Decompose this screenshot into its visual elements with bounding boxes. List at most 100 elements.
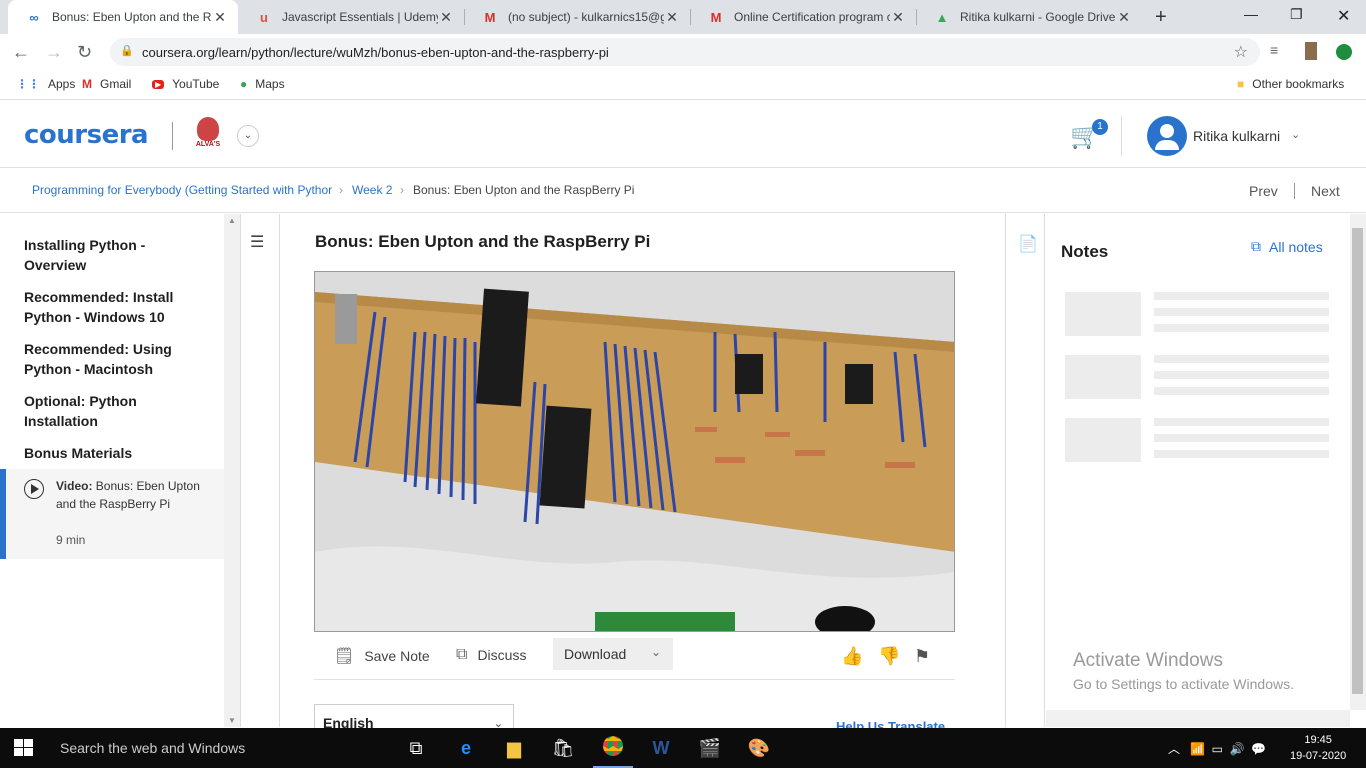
note-placeholder-line: [1154, 387, 1329, 395]
battery-icon[interactable]: ▭: [1212, 742, 1223, 756]
sidebar-item-using-macintosh[interactable]: Recommended: Using Python - Macintosh: [24, 339, 204, 379]
taskbar-clock[interactable]: 19:45 19-07-2020: [1290, 732, 1346, 764]
chevron-up-icon[interactable]: ︿: [1168, 742, 1180, 756]
paint-icon[interactable]: 🎨: [747, 736, 771, 760]
all-notes-label: All notes: [1269, 238, 1323, 255]
sidebar-scrollbar[interactable]: ▲ ▼: [224, 214, 240, 727]
back-arrow-icon[interactable]: ←: [12, 42, 30, 63]
tab-gmail-no-subject[interactable]: M (no subject) - kulkarnics15@g ✕: [464, 0, 690, 34]
chevron-down-icon[interactable]: ⌄: [237, 125, 259, 147]
emblem-icon: [197, 117, 219, 141]
all-notes-link[interactable]: ⧉ All notes: [1251, 238, 1323, 255]
thumbs-down-icon[interactable]: 👎: [878, 646, 900, 667]
tab-udemy[interactable]: u Javascript Essentials | Udemy ✕: [238, 0, 464, 34]
watermark-line1: Activate Windows: [1073, 650, 1223, 671]
movies-icon[interactable]: 🎬: [698, 736, 722, 760]
activate-windows-watermark: Activate Windows Go to Settings to activ…: [1073, 650, 1294, 692]
divider: [1294, 183, 1295, 199]
windows-start-icon[interactable]: [14, 739, 34, 757]
url-input[interactable]: 🔒 coursera.org/learn/python/lecture/wuMz…: [110, 38, 1260, 66]
notes-horizontal-scrollbar[interactable]: [1046, 710, 1350, 727]
prev-button[interactable]: Prev: [1249, 183, 1278, 199]
bookmark-youtube[interactable]: ▶ YouTube: [152, 77, 219, 91]
extension-icon[interactable]: [1336, 44, 1352, 60]
download-label: Download: [564, 646, 627, 662]
coursera-logo[interactable]: coursera: [24, 120, 149, 150]
save-note-button[interactable]: 🗒 Save Note: [334, 646, 430, 666]
breadcrumb-week[interactable]: Week 2: [352, 183, 392, 197]
minimize-icon[interactable]: —: [1244, 6, 1258, 22]
bookmark-apps[interactable]: ⋮⋮ Apps: [16, 77, 75, 91]
bookmark-maps[interactable]: ● Maps: [240, 77, 285, 91]
close-tab-icon[interactable]: ✕: [890, 9, 906, 26]
notes-toggle-column: 📄: [1005, 214, 1045, 727]
profile-picture-icon[interactable]: [1305, 42, 1317, 60]
windows-taskbar: Search the web and Windows ⧉ e ▆ 🛍 W 🎬 🎨…: [0, 728, 1366, 768]
bookmark-other[interactable]: ■ Other bookmarks: [1237, 77, 1344, 91]
tab-title: Javascript Essentials | Udemy: [282, 10, 438, 24]
close-tab-icon[interactable]: ✕: [1116, 9, 1132, 26]
tab-gmail-certification[interactable]: M Online Certification program c ✕: [690, 0, 916, 34]
note-placeholder-line: [1154, 418, 1329, 426]
play-circle-icon: [24, 479, 44, 499]
volume-icon[interactable]: 🔊: [1230, 742, 1245, 756]
clock-time: 19:45: [1304, 734, 1332, 746]
close-tab-icon[interactable]: ✕: [212, 9, 228, 26]
page-scrollbar[interactable]: [1350, 214, 1366, 710]
bookmark-label: Apps: [48, 77, 76, 91]
file-explorer-icon[interactable]: ▆: [502, 736, 526, 760]
divider: [172, 122, 173, 150]
sidebar-item-installing-python[interactable]: Installing Python - Overview: [24, 235, 204, 275]
list-toggle-icon[interactable]: ☰: [250, 232, 264, 252]
next-button[interactable]: Next: [1311, 183, 1340, 199]
tab-coursera[interactable]: ∞ Bonus: Eben Upton and the Ra ✕: [8, 0, 238, 34]
sidebar-item-install-windows[interactable]: Recommended: Install Python - Windows 10: [24, 287, 204, 327]
flag-icon[interactable]: ⚑: [914, 646, 930, 667]
system-tray[interactable]: ︿ 📶 ▭ 🔊 💬: [1168, 740, 1266, 757]
udemy-icon: u: [260, 9, 268, 25]
note-placeholder: [1065, 292, 1141, 336]
restore-icon[interactable]: ❐: [1290, 6, 1303, 23]
close-window-icon[interactable]: ✕: [1337, 6, 1350, 26]
forward-arrow-icon[interactable]: →: [45, 42, 63, 63]
task-view-icon[interactable]: ⧉: [404, 736, 428, 760]
bookmark-star-icon[interactable]: ☆: [1234, 42, 1248, 62]
breadcrumb-course[interactable]: Programming for Everybody (Getting Start…: [32, 183, 332, 197]
institution-name: ALVA'S: [195, 141, 221, 148]
discuss-button[interactable]: ⧉ Discuss: [456, 646, 526, 664]
institution-logo[interactable]: ALVA'S: [193, 117, 223, 153]
edge-icon[interactable]: e: [454, 736, 478, 760]
sidebar-item-active-video[interactable]: Video: Bonus: Eben Upton and the RaspBer…: [0, 469, 224, 559]
new-tab-button[interactable]: +: [1155, 6, 1167, 29]
video-player[interactable]: [314, 271, 955, 632]
note-placeholder-line: [1154, 308, 1329, 316]
avatar[interactable]: [1147, 116, 1187, 156]
external-link-icon: ⧉: [456, 646, 468, 663]
chrome-icon[interactable]: [593, 736, 633, 768]
wifi-icon[interactable]: 📶: [1190, 742, 1205, 756]
bookmark-gmail[interactable]: M Gmail: [82, 77, 131, 91]
tab-google-drive[interactable]: ▲ Ritika kulkarni - Google Drive ✕: [916, 0, 1142, 34]
sidebar-item-bonus-materials[interactable]: Bonus Materials: [24, 443, 204, 463]
close-tab-icon[interactable]: ✕: [438, 9, 454, 26]
store-icon[interactable]: 🛍: [551, 736, 575, 760]
bookmarks-bar: ⋮⋮ Apps M Gmail ▶ YouTube ● Maps ■ Other…: [0, 70, 1366, 100]
notes-title: Notes: [1061, 242, 1109, 261]
reload-icon[interactable]: ↻: [77, 42, 92, 63]
thumbs-up-icon[interactable]: 👍: [841, 646, 863, 667]
reading-list-icon[interactable]: ≡: [1270, 42, 1278, 58]
sidebar-item-python-installation[interactable]: Optional: Python Installation: [24, 391, 204, 431]
download-dropdown[interactable]: Download ⌄: [553, 638, 673, 670]
user-name[interactable]: Ritika kulkarni: [1193, 128, 1280, 144]
taskbar-search-input[interactable]: Search the web and Windows: [60, 740, 245, 756]
save-note-label: Save Note: [364, 648, 430, 664]
tab-title: Ritika kulkarni - Google Drive: [960, 10, 1116, 24]
word-icon[interactable]: W: [649, 736, 673, 760]
note-placeholder-line: [1154, 371, 1329, 379]
chevron-down-icon[interactable]: ⌄: [1291, 128, 1300, 141]
gmail-icon: M: [484, 9, 496, 25]
notifications-icon[interactable]: 💬: [1251, 742, 1266, 756]
notes-toggle-icon[interactable]: 📄: [1018, 234, 1038, 254]
close-tab-icon[interactable]: ✕: [664, 9, 680, 26]
breadcrumb: Programming for Everybody (Getting Start…: [0, 169, 1366, 213]
